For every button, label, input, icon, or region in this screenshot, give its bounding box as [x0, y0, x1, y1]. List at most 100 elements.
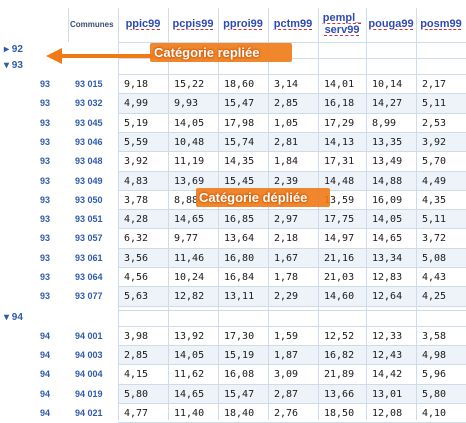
value-cell: 8,99: [372, 117, 397, 129]
value-cell: 14,42: [372, 369, 403, 381]
value-cell: 11,40: [174, 407, 205, 419]
commune-cell: 93 015: [75, 79, 103, 89]
grid-line: [416, 8, 417, 420]
arrow-icon: [46, 48, 154, 64]
group-toggle-94[interactable]: ▾ 94: [4, 312, 23, 323]
value-cell: 9,18: [124, 79, 149, 90]
value-cell: 14,65: [174, 388, 205, 400]
value-cell: 15,47: [224, 388, 255, 400]
dept-cell: 93: [40, 175, 51, 186]
commune-cell: 94 019: [75, 388, 103, 399]
value-cell: 14,13: [324, 136, 355, 148]
value-cell: 3,56: [124, 252, 149, 264]
value-cell: 9,93: [174, 98, 199, 110]
value-cell: 12,52: [324, 330, 355, 342]
value-cell: 2,39: [274, 175, 299, 187]
grid-line: [118, 228, 466, 230]
column-header-pproi99[interactable]: pproi99: [218, 18, 268, 30]
callout-collapsed: Catégorie repliée: [154, 45, 260, 60]
value-cell: 13,66: [324, 388, 355, 400]
value-cell: 11,19: [174, 156, 205, 168]
value-cell: 12,43: [372, 349, 403, 361]
value-cell: 15,19: [224, 349, 255, 361]
value-cell: 13,11: [224, 291, 255, 303]
value-cell: 14,88: [372, 175, 403, 187]
value-cell: 3,72: [422, 233, 447, 245]
dept-cell: 93: [40, 252, 51, 263]
value-cell: 13,34: [372, 252, 403, 264]
commune-cell: 94 021: [75, 407, 103, 418]
grid-line: [118, 170, 466, 172]
value-cell: 21,16: [324, 252, 355, 264]
column-header-posm99[interactable]: posm99: [416, 18, 466, 30]
value-cell: 16,08: [224, 369, 255, 381]
value-cell: 12,82: [174, 291, 205, 303]
commune-cell: 94 001: [75, 330, 103, 341]
column-header-pcpis99[interactable]: pcpis99: [168, 18, 218, 30]
value-cell: 2,85: [124, 349, 149, 361]
grid-line: [118, 8, 119, 420]
dept-cell: 93: [40, 214, 51, 225]
dept-cell: 93: [40, 291, 51, 302]
commune-cell: 93 049: [75, 175, 103, 186]
value-cell: 2,87: [274, 388, 299, 400]
value-cell: 4,15: [124, 369, 149, 381]
group-toggle-93[interactable]: ▾ 93: [4, 60, 23, 71]
value-cell: 11,46: [174, 252, 205, 264]
column-header-pouga99[interactable]: pouga99: [366, 18, 416, 30]
dept-cell: 93: [40, 117, 51, 128]
value-cell: 1,59: [274, 330, 299, 342]
value-cell: 5,19: [124, 117, 149, 129]
value-cell: 5,59: [124, 136, 149, 148]
value-cell: 4,83: [124, 175, 149, 187]
value-cell: 5,63: [124, 291, 149, 303]
value-cell: 2,97: [274, 214, 299, 226]
commune-cell: 93 048: [75, 156, 103, 167]
grid-line: [118, 209, 466, 211]
commune-cell: 94 004: [75, 369, 103, 380]
value-cell: 16,80: [224, 252, 255, 264]
value-cell: 17,75: [324, 214, 355, 226]
commune-cell: 93 032: [75, 98, 103, 109]
grid-line: [118, 93, 466, 95]
value-cell: 14,60: [324, 291, 355, 303]
grid-line: [118, 383, 466, 385]
value-cell: 9,77: [174, 233, 199, 245]
column-header-ppic99[interactable]: ppic99: [118, 18, 168, 30]
value-cell: 15,22: [174, 79, 205, 90]
value-cell: 15,47: [224, 98, 255, 110]
grid-line: [366, 8, 367, 420]
value-cell: 16,84: [224, 272, 255, 283]
value-cell: 14,05: [174, 349, 205, 361]
value-cell: 3,78: [124, 194, 149, 206]
value-cell: 13,01: [372, 388, 403, 400]
value-cell: 2,85: [274, 98, 299, 110]
value-cell: 3,58: [422, 330, 447, 342]
dept-cell: 93: [40, 233, 51, 244]
value-cell: 17,30: [224, 330, 255, 342]
value-cell: 14,97: [324, 233, 355, 245]
grid-line: [118, 267, 466, 268]
value-cell: 4,77: [124, 407, 149, 419]
value-cell: 13,92: [174, 330, 205, 342]
dept-cell: 94: [40, 330, 51, 341]
group-toggle-92[interactable]: ▸ 92: [4, 44, 23, 55]
value-cell: 1,84: [274, 156, 299, 168]
value-cell: 6,32: [124, 233, 149, 245]
value-cell: 4,35: [422, 194, 447, 206]
value-cell: 17,29: [324, 117, 355, 129]
value-cell: 2,81: [274, 136, 299, 148]
value-cell: 5,08: [422, 252, 447, 264]
commune-cell: 93 057: [75, 233, 103, 244]
commune-cell: 93 045: [75, 117, 103, 128]
column-header-pempl-serv99[interactable]: pempl_ serv99: [318, 12, 366, 36]
value-cell: 4,43: [422, 272, 447, 283]
value-cell: 3,14: [274, 79, 299, 90]
value-cell: 14,48: [324, 175, 355, 187]
value-cell: 10,48: [174, 136, 205, 148]
value-cell: 16,82: [324, 349, 355, 361]
value-cell: 5,70: [422, 156, 447, 168]
value-cell: 3,92: [422, 136, 447, 148]
header-divider: [68, 8, 69, 42]
column-header-pctm99[interactable]: pctm99: [268, 18, 318, 30]
